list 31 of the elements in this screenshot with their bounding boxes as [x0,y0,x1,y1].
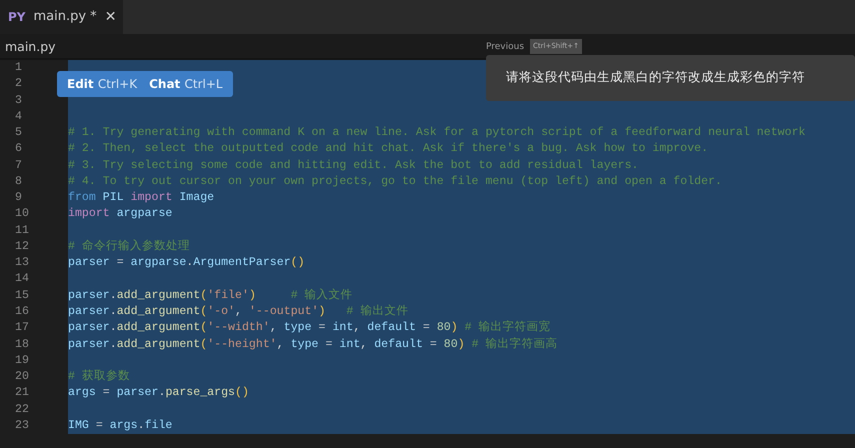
line-number: 21 [14,385,30,402]
chat-button[interactable]: Chat Ctrl+L [143,75,229,93]
line-number: 22 [14,402,30,418]
line-number: 9 [14,190,23,206]
line-number: 3 [14,92,23,109]
line-number: 15 [14,288,30,304]
line-number: 2 [14,76,23,92]
line-number: 7 [14,158,23,174]
python-file-icon: PY [8,8,26,26]
prompt-text: 请将这段代码由生成黑白的字符改成生成彩色的字符 [486,55,855,101]
editor-tab[interactable]: PY main.py * ✕ [0,0,123,34]
line-number: 18 [14,336,30,353]
previous-label[interactable]: Previous [486,41,524,54]
edit-button[interactable]: Edit Ctrl+K [61,75,144,93]
line-number: 10 [14,206,30,222]
line-number: 5 [14,125,23,142]
line-number: 17 [14,320,30,336]
line-number: 1 [14,60,23,76]
line-number: 8 [14,174,23,190]
close-icon[interactable]: ✕ [104,6,116,28]
line-number: 12 [14,238,30,255]
line-number: 4 [14,108,23,125]
line-number: 20 [14,369,30,386]
line-number: 6 [14,141,23,158]
line-number: 16 [14,304,30,320]
line-number: 14 [14,271,30,288]
line-number: 23 [14,418,30,434]
breadcrumb[interactable]: main.py [0,39,56,54]
line-number: 11 [14,222,30,239]
line-number: 13 [14,255,30,272]
line-number: 19 [14,352,30,369]
